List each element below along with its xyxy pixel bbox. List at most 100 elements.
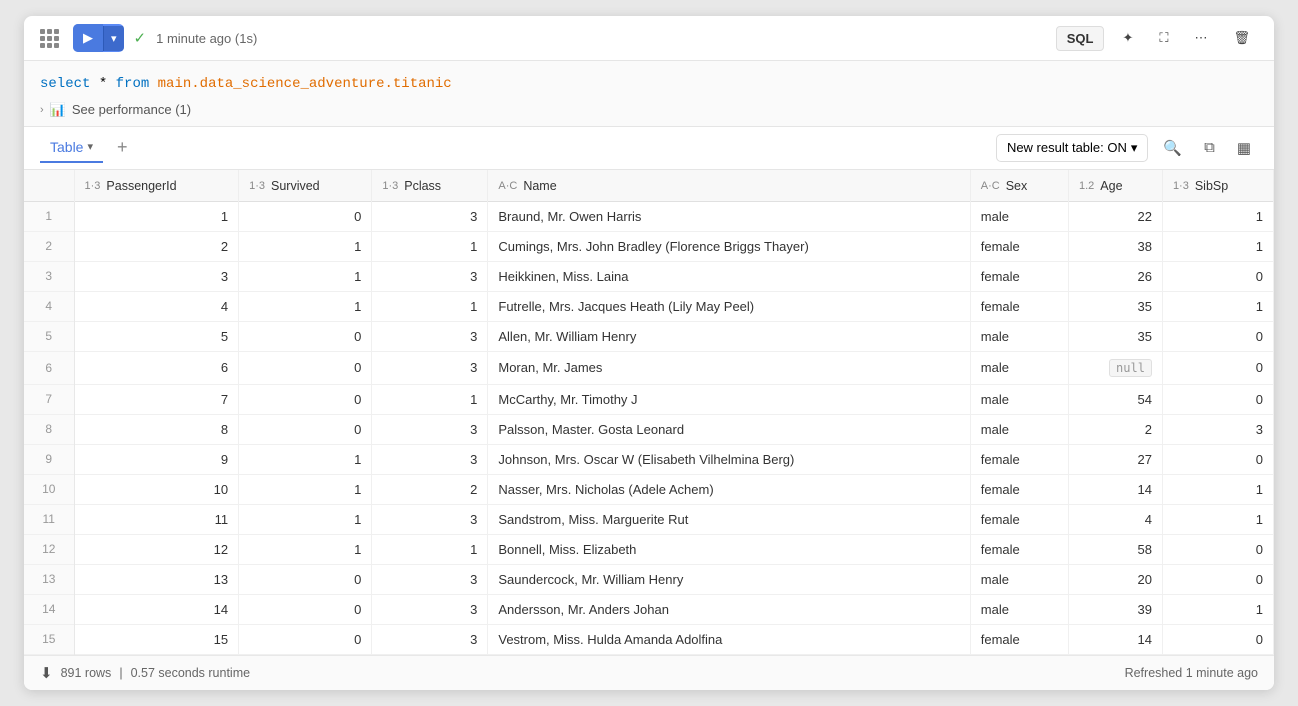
table-cell: male [970,384,1068,414]
new-result-chevron-icon: ▾ [1131,140,1138,156]
run-button[interactable]: ▶ ▾ [73,24,124,52]
main-toolbar: ▶ ▾ ✓ 1 minute ago (1s) SQL ✦ ⛶ ⋯ 🗑 [24,16,1274,61]
table-cell: female [970,624,1068,654]
table-cell: 8 [24,414,74,444]
table-cell: 5 [24,321,74,351]
table-cell: Johnson, Mrs. Oscar W (Elisabeth Vilhelm… [488,444,970,474]
table-cell: Nasser, Mrs. Nicholas (Adele Achem) [488,474,970,504]
table-cell: 0 [1162,444,1273,474]
table-cell: 3 [372,321,488,351]
results-toolbar-right: New result table: ON ▾ 🔍 ⧉ ▦ [996,134,1258,162]
table-cell: 0 [239,321,372,351]
new-result-dropdown[interactable]: New result table: ON ▾ [996,134,1148,162]
run-timestamp: 1 minute ago (1s) [156,31,257,46]
table-cell: 12 [74,534,239,564]
col-header-survived[interactable]: 1·3Survived [239,170,372,202]
table-row: 151503Vestrom, Miss. Hulda Amanda Adolfi… [24,624,1274,654]
data-table-wrapper: 1·3PassengerId 1·3Survived 1·3Pclass A·C… [24,170,1274,655]
table-cell: 1 [74,201,239,231]
col-header-name[interactable]: A·CName [488,170,970,202]
sql-code[interactable]: select * from main.data_science_adventur… [40,73,1258,95]
table-cell: 0 [1162,384,1273,414]
table-cell: 4 [74,291,239,321]
footer-separator: | [119,666,122,680]
table-row: 1103Braund, Mr. Owen Harrismale221 [24,201,1274,231]
run-dropdown-arrow[interactable]: ▾ [103,26,124,51]
table-cell: 14 [1069,474,1163,504]
table-cell: 15 [24,624,74,654]
trash-icon: 🗑 [1233,30,1250,46]
table-cell: female [970,231,1068,261]
table-body: 1103Braund, Mr. Owen Harrismale2212211Cu… [24,201,1274,654]
table-tab-dropdown-icon[interactable]: ▾ [87,140,93,153]
table-cell: 2 [74,231,239,261]
table-reference: main.data_science_adventure.titanic [158,76,452,92]
data-table: 1·3PassengerId 1·3Survived 1·3Pclass A·C… [24,170,1274,655]
row-count: 891 rows [61,666,112,680]
magic-wand-button[interactable]: ✦ [1114,25,1141,51]
new-result-label: New result table: ON [1007,140,1127,155]
table-cell: 1 [372,534,488,564]
columns-button[interactable]: ▦ [1230,134,1258,162]
table-cell: 2 [372,474,488,504]
table-header: 1·3PassengerId 1·3Survived 1·3Pclass A·C… [24,170,1274,202]
table-cell: 1 [372,384,488,414]
table-cell: 10 [24,474,74,504]
table-cell: 14 [24,594,74,624]
table-cell: 7 [74,384,239,414]
table-cell: Sandstrom, Miss. Marguerite Rut [488,504,970,534]
col-header-sex[interactable]: A·CSex [970,170,1068,202]
table-cell: Cumings, Mrs. John Bradley (Florence Bri… [488,231,970,261]
table-cell: 5 [74,321,239,351]
table-cell: 3 [372,594,488,624]
table-row: 7701McCarthy, Mr. Timothy Jmale540 [24,384,1274,414]
table-cell: 11 [74,504,239,534]
col-header-age[interactable]: 1.2Age [1069,170,1163,202]
success-icon: ✓ [134,29,147,47]
filter-button[interactable]: ⧉ [1197,134,1222,161]
delete-button[interactable]: 🗑 [1225,25,1258,51]
table-cell: 1 [1162,474,1273,504]
download-icon[interactable]: ⬇ [40,664,53,682]
table-cell: 0 [1162,534,1273,564]
table-cell: 1 [239,231,372,261]
search-button[interactable]: 🔍 [1156,134,1189,162]
table-cell: Allen, Mr. William Henry [488,321,970,351]
footer-left: ⬇ 891 rows | 0.57 seconds runtime [40,664,250,682]
table-cell: 6 [74,351,239,384]
table-cell: 14 [74,594,239,624]
table-cell: male [970,201,1068,231]
columns-icon: ▦ [1237,139,1251,157]
table-cell: 12 [24,534,74,564]
table-cell: 8 [74,414,239,444]
expand-button[interactable]: ⛶ [1151,25,1176,51]
table-cell: male [970,351,1068,384]
table-cell: null [1069,351,1163,384]
col-header-pclass[interactable]: 1·3Pclass [372,170,488,202]
table-row: 131303Saundercock, Mr. William Henrymale… [24,564,1274,594]
runtime-label: 0.57 seconds runtime [131,666,251,680]
table-cell: 1 [239,444,372,474]
table-cell: McCarthy, Mr. Timothy J [488,384,970,414]
performance-label: See performance (1) [72,102,191,117]
table-cell: male [970,321,1068,351]
table-cell: 15 [74,624,239,654]
performance-link[interactable]: › 📊 See performance (1) [40,102,1258,118]
col-header-sibsp[interactable]: 1·3SibSp [1162,170,1273,202]
table-cell: 0 [1162,321,1273,351]
more-options-button[interactable]: ⋯ [1186,25,1215,51]
table-cell: 0 [239,351,372,384]
table-cell: 3 [372,444,488,474]
table-cell: 20 [1069,564,1163,594]
keyword-from: from [116,76,150,92]
table-row: 101012Nasser, Mrs. Nicholas (Adele Achem… [24,474,1274,504]
table-cell: Moran, Mr. James [488,351,970,384]
add-tab-button[interactable]: + [111,135,134,160]
table-cell: 3 [1162,414,1273,444]
table-tab[interactable]: Table ▾ [40,133,103,163]
table-cell: 3 [24,261,74,291]
col-header-passengerid[interactable]: 1·3PassengerId [74,170,239,202]
table-cell: 1 [239,534,372,564]
table-row: 111113Sandstrom, Miss. Marguerite Rutfem… [24,504,1274,534]
table-cell: 3 [372,261,488,291]
